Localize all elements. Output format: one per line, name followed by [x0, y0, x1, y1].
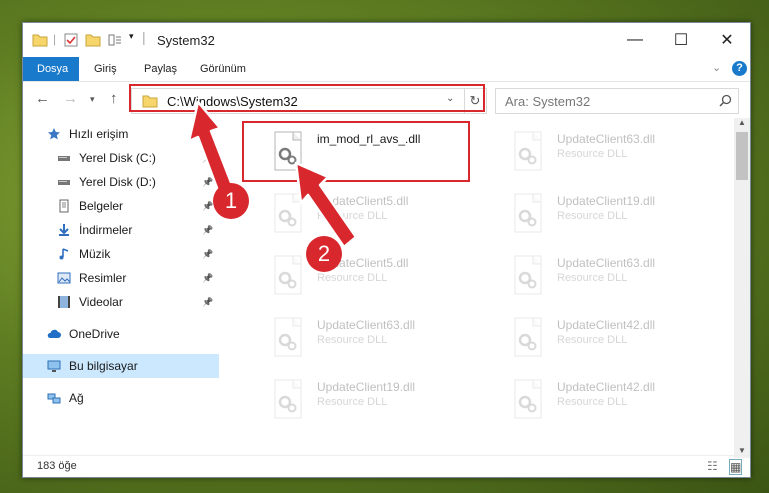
new-folder-icon[interactable] [85, 32, 101, 48]
sidebar-item-label: Ağ [69, 391, 84, 405]
vertical-scrollbar[interactable]: ▲ ▼ [734, 118, 750, 458]
computer-icon [47, 360, 61, 372]
sidebar-item-label: Resimler [79, 271, 127, 285]
file-type: Resource DLL [317, 272, 388, 284]
sidebar-item-label: Yerel Disk (D:) [79, 175, 156, 189]
music-icon [59, 248, 69, 260]
item-count: 183 öğe [37, 460, 77, 472]
sidebar-item-label: Müzik [79, 247, 111, 261]
properties-icon[interactable] [63, 32, 79, 48]
file-item[interactable]: UpdateClient19.dll Resource DLL [259, 372, 479, 428]
file-name: UpdateClient63.dll [557, 132, 656, 146]
file-item[interactable]: UpdateClient63.dll Resource DLL [259, 310, 479, 366]
sidebar-item[interactable]: Resimler 📌 [23, 266, 219, 290]
file-type: Resource DLL [557, 334, 628, 346]
tab-home[interactable]: Giriş [80, 57, 131, 81]
dll-file-icon [514, 317, 542, 357]
step1-badge: 1 [213, 183, 249, 219]
ribbon: Dosya Giriş Paylaş Görünüm ⌄ ? [23, 57, 750, 81]
status-bar: 183 öğe ☷ ▦ [23, 455, 750, 478]
file-type: Resource DLL [557, 272, 628, 284]
recent-locations-button[interactable]: ▾ [90, 94, 95, 105]
large-icons-view-icon[interactable]: ▦ [729, 459, 743, 475]
step2-badge: 2 [306, 236, 342, 272]
sidebar-item[interactable]: Ağ [23, 386, 219, 410]
file-item[interactable]: UpdateClient42.dll Resource DLL [499, 372, 719, 428]
chevron-down-icon[interactable]: ▾ [129, 31, 134, 42]
file-name: UpdateClient42.dll [557, 318, 656, 332]
file-item[interactable]: UpdateClient63.dll Resource DLL [499, 248, 719, 304]
separator: | [53, 32, 57, 46]
up-button[interactable]: ↑ [110, 90, 118, 107]
video-icon [58, 296, 70, 308]
file-type: Resource DLL [557, 210, 628, 222]
details-view-icon[interactable]: ☷ [707, 459, 718, 473]
file-item[interactable]: UpdateClient63.dll Resource DLL [499, 124, 719, 180]
file-type: Resource DLL [557, 396, 628, 408]
pin-icon[interactable]: 📌 [202, 290, 213, 314]
dll-file-icon [274, 379, 302, 419]
maximize-button[interactable]: ☐ [658, 23, 704, 57]
pictures-icon [57, 272, 71, 284]
drive-icon [58, 180, 70, 185]
close-button[interactable]: ✕ [704, 23, 750, 57]
file-item[interactable]: UpdateClient19.dll Resource DLL [499, 186, 719, 242]
search-placeholder: Ara: System32 [505, 94, 591, 109]
sidebar-item[interactable]: Videolar 📌 [23, 290, 219, 314]
sidebar-item[interactable]: Bu bilgisayar [23, 354, 219, 378]
file-item[interactable]: UpdateClient42.dll Resource DLL [499, 310, 719, 366]
file-name: UpdateClient19.dll [557, 194, 656, 208]
file-type: Resource DLL [317, 396, 388, 408]
sidebar-item-label: Belgeler [79, 199, 124, 213]
title-bar: | ▾ | System32 — ☐ ✕ [23, 23, 750, 57]
sidebar-item-label: OneDrive [69, 327, 120, 341]
cloud-icon [47, 329, 61, 338]
sidebar-item-label: Hızlı erişim [69, 127, 129, 141]
sidebar-item[interactable]: OneDrive [23, 322, 219, 346]
dll-file-icon [514, 255, 542, 295]
dll-file-icon [274, 317, 302, 357]
sidebar-item-label: Bu bilgisayar [69, 359, 138, 373]
download-icon [59, 224, 69, 236]
pin-icon[interactable]: 📌 [202, 266, 213, 290]
network-icon [47, 393, 61, 404]
search-icon [719, 94, 732, 107]
expand-ribbon-icon[interactable]: ⌄ [712, 61, 721, 74]
pin-icon[interactable]: 📌 [202, 218, 213, 242]
dll-file-icon [514, 131, 542, 171]
drive-icon [58, 156, 70, 161]
customize-toolbar-icon[interactable] [107, 32, 123, 48]
pin-icon[interactable]: 📌 [202, 242, 213, 266]
forward-button[interactable]: → [63, 90, 78, 107]
file-name: UpdateClient19.dll [317, 380, 416, 394]
sidebar-item[interactable]: Müzik 📌 [23, 242, 219, 266]
scrollbar-thumb[interactable] [736, 132, 748, 180]
file-type: Resource DLL [317, 334, 388, 346]
file-name: UpdateClient63.dll [557, 256, 656, 270]
dll-file-icon [514, 193, 542, 233]
dll-file-icon [514, 379, 542, 419]
sidebar-item-label: Videolar [79, 295, 123, 309]
tab-share[interactable]: Paylaş [130, 57, 191, 81]
star-icon [48, 128, 60, 140]
folder-icon[interactable] [32, 32, 48, 48]
tab-view[interactable]: Görünüm [186, 57, 260, 81]
scroll-down-icon[interactable]: ▼ [738, 446, 746, 455]
sidebar-item[interactable]: İndirmeler 📌 [23, 218, 219, 242]
help-button[interactable]: ? [732, 61, 747, 76]
file-name: UpdateClient42.dll [557, 380, 656, 394]
window-title: System32 [157, 33, 215, 48]
sidebar-item-label: İndirmeler [79, 223, 133, 237]
back-button[interactable]: ← [35, 90, 50, 107]
scroll-up-icon[interactable]: ▲ [738, 118, 746, 127]
search-input[interactable]: Ara: System32 [495, 88, 739, 114]
sidebar-item-label: Yerel Disk (C:) [79, 151, 156, 165]
minimize-button[interactable]: — [612, 23, 658, 57]
file-name: UpdateClient63.dll [317, 318, 416, 332]
tab-file[interactable]: Dosya [23, 57, 79, 81]
separator: | [142, 29, 146, 45]
file-type: Resource DLL [557, 148, 628, 160]
document-icon [59, 199, 69, 213]
